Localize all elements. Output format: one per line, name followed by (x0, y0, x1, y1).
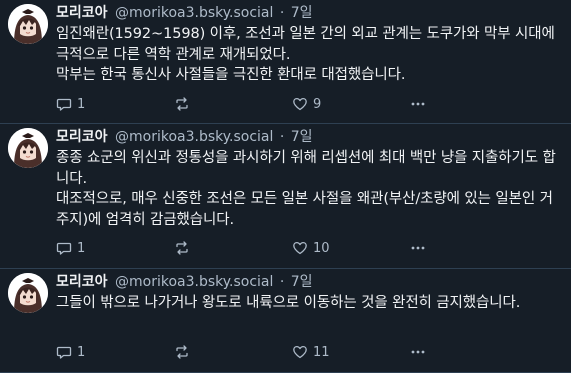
more-options-button[interactable] (410, 240, 426, 256)
speech-bubble-icon (56, 242, 72, 255)
post-paragraph: 막부는 한국 통신사 사절들을 극진한 환대로 대접했습니다. (56, 67, 406, 83)
post-actions: 1 10 (56, 240, 561, 260)
post-paragraph: 그들이 밖으로 나가거나 왕도로 내륙으로 이동하는 것을 완전히 금지했습니다… (56, 295, 521, 311)
author-handle[interactable]: @morikoa3.bsky.social (115, 5, 273, 21)
repost-arrows-icon (176, 97, 188, 111)
post-header: 모리코아 @morikoa3.bsky.social · 7일 (56, 272, 561, 292)
avatar[interactable] (8, 4, 48, 44)
speech-bubble-icon (56, 98, 72, 111)
reply-button[interactable]: 1 (56, 344, 85, 360)
post-text: 임진왜란(1592~1598) 이후, 조선과 일본 간의 외교 관계는 도쿠가… (56, 24, 561, 86)
repost-button[interactable] (174, 96, 195, 112)
post-text: 종종 쇼군의 위신과 정통성을 과시하기 위해 리셉션에 최대 백만 냥을 지출… (56, 148, 561, 230)
like-button[interactable]: 9 (292, 96, 321, 112)
post-actions: 1 11 (56, 344, 561, 364)
post[interactable]: 모리코아 @morikoa3.bsky.social · 7일 그들이 밖으로 … (0, 269, 571, 373)
heart-icon (293, 97, 307, 111)
heart-icon (293, 345, 307, 359)
post-paragraph: 임진왜란(1592~1598) 이후, 조선과 일본 간의 외교 관계는 도쿠가… (56, 26, 555, 63)
post-actions: 1 9 (56, 96, 561, 116)
author-name[interactable]: 모리코아 (56, 129, 108, 145)
like-count: 9 (313, 96, 322, 112)
separator-dot: · (279, 129, 285, 145)
post-time[interactable]: 7일 (291, 5, 313, 21)
author-handle[interactable]: @morikoa3.bsky.social (115, 274, 273, 290)
author-handle[interactable]: @morikoa3.bsky.social (115, 129, 273, 145)
speech-bubble-icon (56, 346, 72, 359)
reply-button[interactable]: 1 (56, 240, 85, 256)
avatar[interactable] (8, 273, 48, 313)
post-text: 그들이 밖으로 나가거나 왕도로 내륙으로 이동하는 것을 완전히 금지했습니다… (56, 293, 561, 314)
author-name[interactable]: 모리코아 (56, 274, 108, 290)
avatar-image (8, 128, 48, 168)
post[interactable]: 모리코아 @morikoa3.bsky.social · 7일 임진왜란(159… (0, 0, 571, 124)
post-paragraph: 대조적으로, 매우 신중한 조선은 모든 일본 사절을 왜관(부산/초량에 있는… (56, 191, 553, 228)
reply-button[interactable]: 1 (56, 96, 85, 112)
reply-count: 1 (77, 96, 86, 112)
separator-dot: · (279, 5, 285, 21)
post-paragraph: 종종 쇼군의 위신과 정통성을 과시하기 위해 리셉션에 최대 백만 냥을 지출… (56, 150, 556, 187)
separator-dot: · (279, 274, 285, 290)
more-options-button[interactable] (410, 96, 426, 112)
more-dots-icon (411, 350, 425, 354)
avatar[interactable] (8, 128, 48, 168)
more-dots-icon (411, 246, 425, 250)
like-count: 10 (313, 240, 330, 256)
repost-arrows-icon (176, 345, 188, 359)
more-dots-icon (411, 102, 425, 106)
avatar-image (8, 273, 48, 313)
heart-icon (293, 241, 307, 255)
post-time[interactable]: 7일 (291, 274, 313, 290)
post[interactable]: 모리코아 @morikoa3.bsky.social · 7일 종종 쇼군의 위… (0, 124, 571, 269)
more-options-button[interactable] (410, 344, 426, 360)
avatar-image (8, 4, 48, 44)
post-header: 모리코아 @morikoa3.bsky.social · 7일 (56, 3, 561, 23)
repost-button[interactable] (174, 240, 195, 256)
like-button[interactable]: 11 (292, 344, 330, 360)
like-button[interactable]: 10 (292, 240, 330, 256)
author-name[interactable]: 모리코아 (56, 5, 108, 21)
post-time[interactable]: 7일 (291, 129, 313, 145)
reply-count: 1 (77, 240, 86, 256)
repost-button[interactable] (174, 344, 195, 360)
repost-arrows-icon (176, 241, 188, 255)
reply-count: 1 (77, 344, 86, 360)
post-header: 모리코아 @morikoa3.bsky.social · 7일 (56, 127, 561, 147)
like-count: 11 (313, 344, 330, 360)
